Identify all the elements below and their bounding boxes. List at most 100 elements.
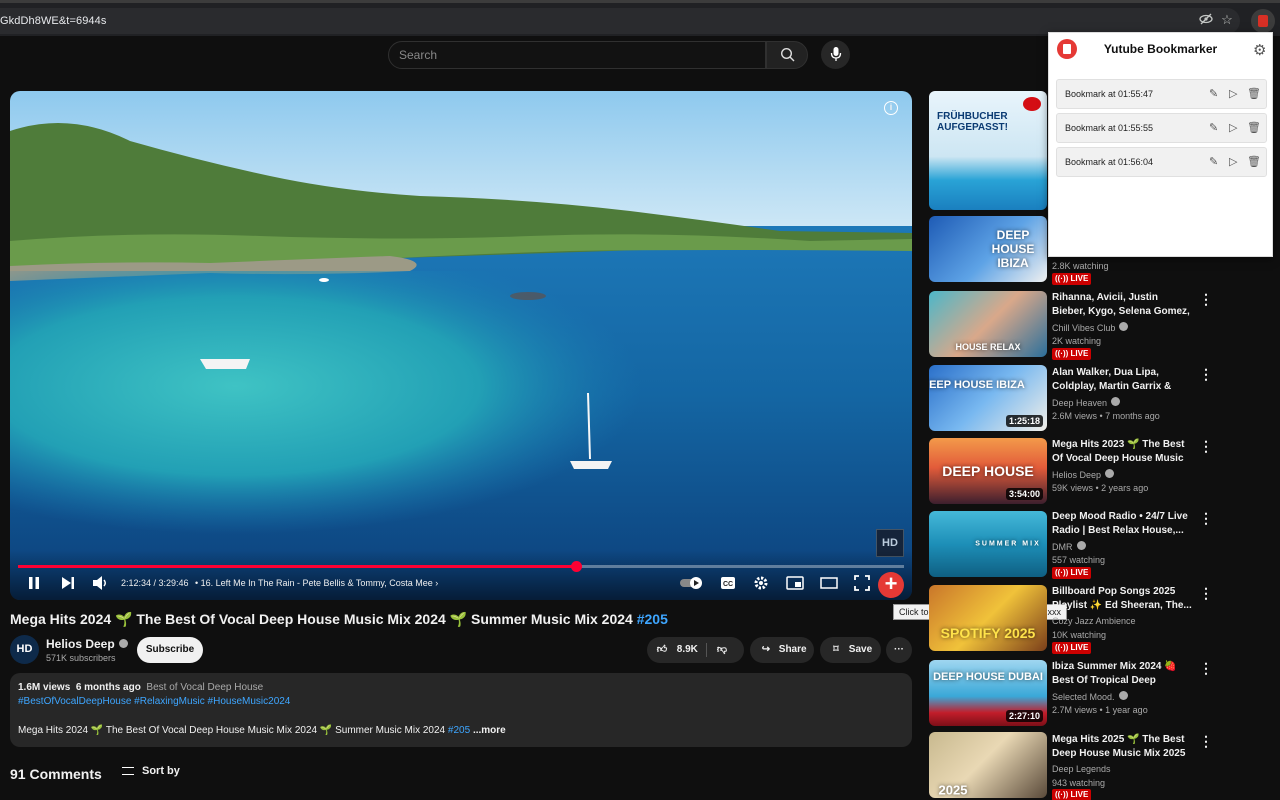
- item-title[interactable]: Mega Hits 2023 🌱 The Best Of Vocal Deep …: [1052, 438, 1192, 466]
- gear-icon[interactable]: ⚙: [1253, 41, 1266, 59]
- eye-slash-icon[interactable]: [1198, 12, 1214, 28]
- play-icon[interactable]: ▷: [1229, 87, 1237, 101]
- edit-icon[interactable]: ✎: [1209, 121, 1218, 135]
- thumbnail-text: DEEP HOUSE IBIZA: [991, 228, 1035, 270]
- ad-thumbnail[interactable]: FRÜHBUCHER AUFGEPASST!: [929, 91, 1047, 210]
- browser-toolbar: GkdDh8WE&t=6944s ☆: [0, 0, 1280, 36]
- subscribe-button[interactable]: Subscribe: [137, 637, 203, 663]
- add-bookmark-button[interactable]: +: [878, 572, 904, 598]
- chapter-title-text: • 16. Left Me In The Rain - Pete Bellis …: [195, 578, 433, 588]
- item-channel[interactable]: Selected Mood.: [1052, 691, 1128, 702]
- item-title[interactable]: Rihanna, Avicii, Justin Bieber, Kygo, Se…: [1052, 291, 1192, 319]
- chapter-title[interactable]: • 16. Left Me In The Rain - Pete Bellis …: [195, 578, 438, 588]
- thumbnail[interactable]: 2025: [929, 732, 1047, 798]
- progress-bar[interactable]: [18, 561, 904, 572]
- autoplay-toggle[interactable]: [679, 576, 705, 590]
- item-title[interactable]: Ibiza Summer Mix 2024 🍓 Best Of Tropical…: [1052, 660, 1192, 688]
- description-hashtags[interactable]: #BestOfVocalDeepHouse #RelaxingMusic #Ho…: [18, 696, 290, 707]
- duration-badge: 3:54:00: [1005, 488, 1043, 500]
- save-button[interactable]: ⌑ Save: [820, 637, 881, 663]
- thumbnail-text: SPOTIFY 2025: [940, 624, 1036, 641]
- view-count: 1.6M views: [18, 682, 71, 693]
- item-channel-name: DMR: [1052, 542, 1073, 552]
- more-vert-icon[interactable]: ⋮: [1199, 661, 1213, 676]
- settings-icon[interactable]: [753, 575, 769, 591]
- bookmark-label: Bookmark at 01:56:04: [1065, 157, 1154, 167]
- live-badge: ((·)) LIVE: [1052, 348, 1092, 360]
- item-stats: 10K watching: [1052, 630, 1107, 640]
- duration-badge: 2:27:10: [1005, 710, 1043, 722]
- search-button[interactable]: [766, 41, 808, 69]
- thumbnail[interactable]: DEEP HOUSE IBIZA: [929, 216, 1047, 282]
- thumbs-down-icon: 👎︎: [716, 644, 728, 655]
- extension-icon[interactable]: [1251, 9, 1275, 33]
- thumbnail[interactable]: DEEP HOUSE IBIZA 1:25:18: [929, 365, 1047, 431]
- subtitles-icon[interactable]: CC: [720, 576, 736, 590]
- edit-icon[interactable]: ✎: [1209, 155, 1218, 169]
- thumbnail[interactable]: DEEP HOUSE DUBAI 2:27:10: [929, 660, 1047, 726]
- volume-icon[interactable]: [92, 575, 110, 591]
- fullscreen-icon[interactable]: [854, 575, 870, 591]
- title-hashtag-link[interactable]: #205: [637, 611, 668, 627]
- address-bar[interactable]: GkdDh8WE&t=6944s: [0, 8, 1240, 34]
- item-channel[interactable]: Cozy Jazz Ambience: [1052, 616, 1136, 626]
- play-icon[interactable]: ▷: [1229, 121, 1237, 135]
- more-vert-icon[interactable]: ⋮: [1199, 367, 1213, 382]
- like-button[interactable]: 👍︎ 8.9K: [655, 637, 698, 663]
- bookmark-item[interactable]: Bookmark at 01:56:04 ✎ ▷ 🗑︎: [1056, 147, 1267, 177]
- star-icon[interactable]: ☆: [1219, 12, 1235, 28]
- item-channel[interactable]: Chill Vibes Club: [1052, 322, 1129, 333]
- item-channel[interactable]: Deep Heaven: [1052, 397, 1121, 408]
- item-stats: 59K views • 2 years ago: [1052, 483, 1149, 493]
- more-link[interactable]: ...more: [473, 725, 506, 736]
- time-display: 2:12:34 / 3:29:46: [121, 578, 189, 588]
- thumbnail[interactable]: DEEP HOUSE 3:54:00: [929, 438, 1047, 504]
- thumbnail[interactable]: SUMMER MIX: [929, 511, 1047, 577]
- sort-button[interactable]: Sort by: [122, 765, 180, 777]
- item-title[interactable]: Mega Hits 2025 🌱 The Best Deep House Mus…: [1052, 733, 1192, 761]
- trash-icon[interactable]: 🗑︎: [1247, 121, 1261, 135]
- more-vert-icon[interactable]: ⋮: [1199, 439, 1213, 454]
- miniplayer-icon[interactable]: [786, 576, 804, 590]
- live-label: LIVE: [1070, 643, 1089, 652]
- item-title[interactable]: Alan Walker, Dua Lipa, Coldplay, Martin …: [1052, 366, 1192, 394]
- item-channel[interactable]: Deep Legends: [1052, 764, 1111, 774]
- info-icon[interactable]: i: [884, 101, 898, 115]
- theater-mode-icon[interactable]: [820, 576, 838, 590]
- description-box[interactable]: 1.6M views 6 months ago Best of Vocal De…: [10, 673, 912, 747]
- avatar[interactable]: HD: [10, 635, 39, 664]
- more-vert-icon[interactable]: ⋮: [1199, 511, 1213, 526]
- bookmark-item[interactable]: Bookmark at 01:55:47 ✎ ▷ 🗑︎: [1056, 79, 1267, 109]
- item-channel[interactable]: Helios Deep: [1052, 469, 1115, 480]
- pause-icon[interactable]: [27, 575, 41, 591]
- item-title[interactable]: Deep Mood Radio • 24/7 Live Radio | Best…: [1052, 510, 1192, 538]
- url-text[interactable]: GkdDh8WE&t=6944s: [0, 15, 106, 27]
- play-icon[interactable]: ▷: [1229, 155, 1237, 169]
- voice-search-button[interactable]: [821, 40, 850, 69]
- more-vert-icon[interactable]: ⋮: [1199, 586, 1213, 601]
- more-actions-button[interactable]: ···: [886, 637, 912, 663]
- item-title[interactable]: Billboard Pop Songs 2025 Playlist ✨ Ed S…: [1052, 585, 1192, 613]
- live-badge: ((·)) LIVE: [1052, 567, 1092, 579]
- trash-icon[interactable]: 🗑︎: [1247, 87, 1261, 101]
- item-channel[interactable]: DMR: [1052, 541, 1086, 552]
- search-box[interactable]: Search: [388, 41, 766, 69]
- live-badge: ((·)) LIVE: [1052, 789, 1092, 800]
- edit-icon[interactable]: ✎: [1209, 87, 1218, 101]
- description-hashtag[interactable]: #205: [448, 725, 470, 736]
- search-input[interactable]: Search: [399, 48, 437, 62]
- trash-icon[interactable]: 🗑︎: [1247, 155, 1261, 169]
- progress-fill: [18, 565, 577, 568]
- video-player[interactable]: i HD 2:12:34 / 3:29:46 • 16. Left Me In …: [10, 91, 912, 600]
- share-button[interactable]: ↪ Share: [750, 637, 814, 663]
- more-vert-icon[interactable]: ⋮: [1199, 734, 1213, 749]
- next-icon[interactable]: [60, 575, 76, 591]
- item-stats: 2K watching: [1052, 336, 1102, 346]
- thumbnail[interactable]: HOUSE RELAX: [929, 291, 1047, 357]
- channel-name[interactable]: Helios Deep: [46, 637, 128, 651]
- dislike-button[interactable]: 👎︎: [715, 637, 729, 663]
- thumbnail[interactable]: SPOTIFY 2025: [929, 585, 1047, 651]
- like-dislike-group: 👍︎ 8.9K 👎︎: [647, 637, 744, 663]
- more-vert-icon[interactable]: ⋮: [1199, 292, 1213, 307]
- bookmark-item[interactable]: Bookmark at 01:55:55 ✎ ▷ 🗑︎: [1056, 113, 1267, 143]
